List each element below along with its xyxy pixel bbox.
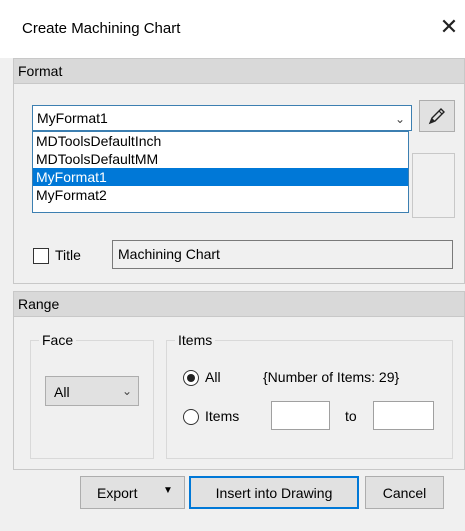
title-textbox[interactable]: Machining Chart (112, 240, 453, 269)
items-to-label: to (345, 408, 357, 424)
items-fieldset: Items (166, 332, 453, 459)
title-bar: Create Machining Chart ✕ (0, 0, 465, 58)
title-checkbox-label: Title (55, 247, 81, 263)
format-option[interactable]: MDToolsDefaultMM (33, 150, 408, 168)
format-combo[interactable]: MyFormat1 ⌄ (32, 105, 412, 131)
range-group-label: Range (18, 296, 60, 312)
format-option[interactable]: MyFormat2 (33, 186, 408, 204)
item-count-text: {Number of Items: 29} (263, 369, 400, 385)
title-checkbox[interactable] (33, 248, 49, 264)
all-items-radio-label: All (205, 369, 221, 385)
cancel-button[interactable]: Cancel (365, 476, 444, 509)
close-icon[interactable]: ✕ (436, 14, 462, 40)
pencil-icon (428, 108, 445, 125)
all-items-radio[interactable] (183, 370, 199, 386)
items-legend: Items (175, 332, 216, 348)
format-dropdown-list[interactable]: MDToolsDefaultInch MDToolsDefaultMM MyFo… (32, 131, 409, 213)
window-title: Create Machining Chart (22, 20, 181, 37)
items-from-input[interactable] (271, 401, 330, 430)
format-option[interactable]: MDToolsDefaultInch (33, 132, 408, 150)
chevron-down-icon: ⌄ (121, 384, 132, 398)
items-range-radio[interactable] (183, 409, 199, 425)
caret-down-icon: ▼ (163, 485, 173, 496)
format-group-label: Format (18, 63, 63, 79)
format-preview-box (412, 153, 455, 218)
export-button[interactable]: Export ▼ (80, 476, 185, 509)
format-group-header: Format (14, 59, 464, 84)
face-legend: Face (39, 332, 77, 348)
face-combo-value: All (54, 384, 70, 400)
export-button-label: Export (97, 485, 138, 501)
items-to-input[interactable] (373, 401, 434, 430)
format-combo-value: MyFormat1 (37, 110, 108, 126)
edit-format-button[interactable] (419, 100, 455, 132)
insert-into-drawing-button[interactable]: Insert into Drawing (189, 476, 359, 509)
items-range-radio-label: Items (205, 408, 240, 424)
cancel-button-label: Cancel (382, 485, 427, 501)
range-group-header: Range (14, 292, 464, 317)
insert-button-label: Insert into Drawing (215, 485, 333, 501)
format-option-selected[interactable]: MyFormat1 (33, 168, 408, 186)
title-textbox-value: Machining Chart (118, 246, 220, 262)
chevron-down-icon: ⌄ (394, 112, 405, 126)
face-combo[interactable]: All ⌄ (45, 376, 139, 406)
create-machining-chart-dialog: Create Machining Chart ✕ Format MyFormat… (0, 0, 465, 531)
